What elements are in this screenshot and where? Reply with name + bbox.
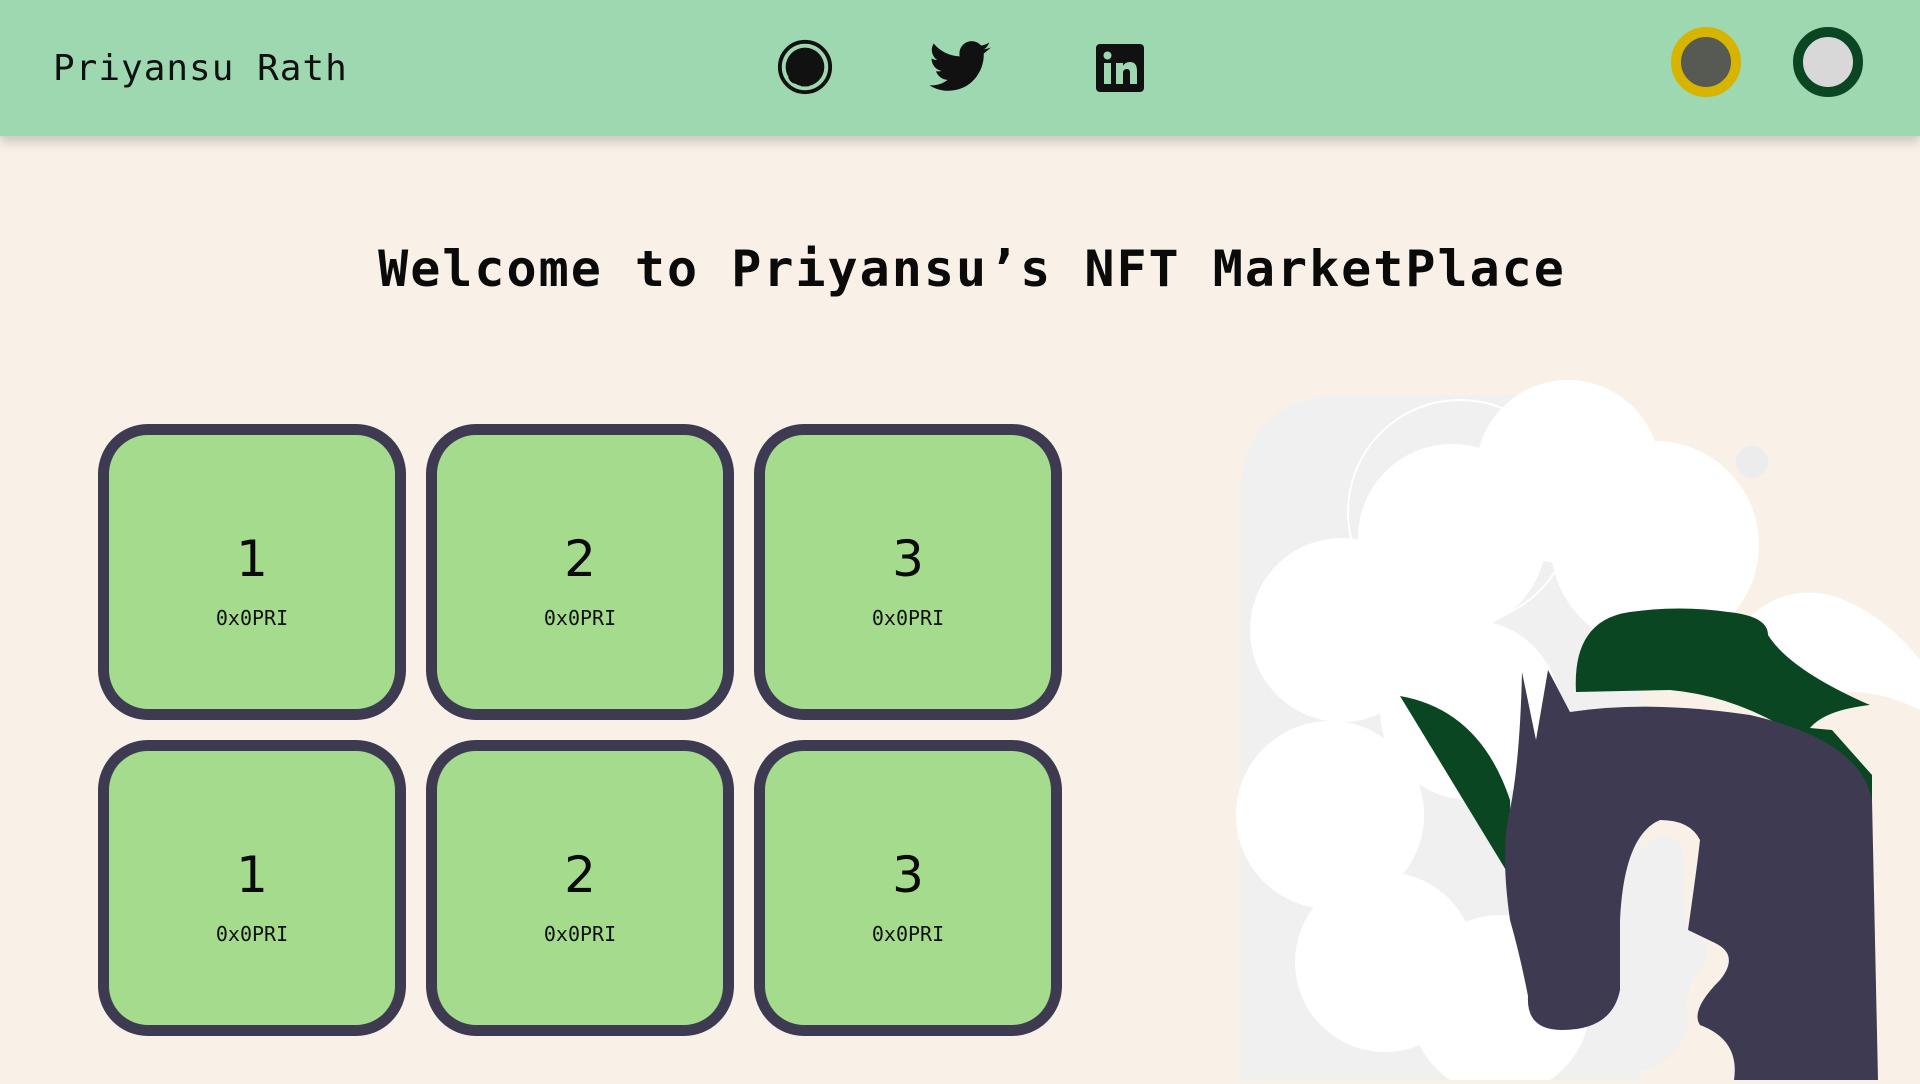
github-icon[interactable] <box>776 38 834 96</box>
horse-illustration <box>1220 380 1920 1084</box>
nft-card[interactable]: 1 0x0PRI <box>98 740 406 1036</box>
brand-name[interactable]: Priyansu Rath <box>53 48 348 89</box>
nft-card[interactable]: 2 0x0PRI <box>426 740 734 1036</box>
nft-card[interactable]: 3 0x0PRI <box>754 424 1062 720</box>
nft-card-owner: 0x0PRI <box>543 922 617 946</box>
twitter-icon[interactable] <box>930 40 992 94</box>
nft-card-owner: 0x0PRI <box>871 606 945 630</box>
navbar: Priyansu Rath <box>0 0 1920 136</box>
nft-card-number: 1 <box>236 846 268 904</box>
nft-card-owner: 0x0PRI <box>215 606 289 630</box>
linkedin-icon[interactable] <box>1096 44 1144 92</box>
nft-card-owner: 0x0PRI <box>871 922 945 946</box>
nft-card[interactable]: 3 0x0PRI <box>754 740 1062 1036</box>
nft-card[interactable]: 2 0x0PRI <box>426 424 734 720</box>
dark-theme-toggle[interactable] <box>1671 27 1741 97</box>
page-title: Welcome to Priyansu’s NFT MarketPlace <box>378 239 1566 298</box>
light-theme-toggle[interactable] <box>1793 27 1863 97</box>
nft-card-number: 2 <box>564 530 596 588</box>
nft-card-grid: 1 0x0PRI 2 0x0PRI 3 0x0PRI 1 0x0PRI 2 0x… <box>98 424 1062 1036</box>
nft-card-owner: 0x0PRI <box>215 922 289 946</box>
nft-card-number: 3 <box>892 846 924 904</box>
nft-card-number: 1 <box>236 530 268 588</box>
nft-card-owner: 0x0PRI <box>543 606 617 630</box>
nft-card-number: 2 <box>564 846 596 904</box>
nft-card[interactable]: 1 0x0PRI <box>98 424 406 720</box>
nft-card-number: 3 <box>892 530 924 588</box>
